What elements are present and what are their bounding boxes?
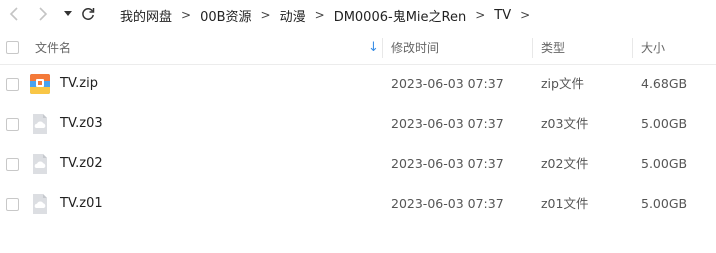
column-divider[interactable] [632, 38, 633, 58]
file-modified: 2023-06-03 07:37 [391, 116, 504, 131]
file-name: TV.z03 [60, 116, 103, 131]
file-size: 5.00GB [641, 116, 688, 131]
breadcrumb: 我的网盘 > 00B资源 > 动漫 > DM0006-鬼Mie之Ren > TV… [120, 0, 539, 30]
file-browser: 我的网盘 > 00B资源 > 动漫 > DM0006-鬼Mie之Ren > TV… [0, 0, 716, 253]
file-size: 4.68GB [641, 76, 688, 91]
file-size: 5.00GB [641, 196, 688, 211]
breadcrumb-item-tv[interactable]: TV [494, 8, 511, 23]
row-checkbox[interactable] [6, 198, 19, 211]
file-row[interactable]: TV.z02 2023-06-03 07:37 z02文件 5.00GB [0, 144, 716, 184]
toolbar: 我的网盘 > 00B资源 > 动漫 > DM0006-鬼Mie之Ren > TV… [0, 0, 716, 30]
sort-down-icon[interactable]: ↓ [368, 32, 379, 64]
generic-file-icon [33, 154, 47, 174]
file-type: z02文件 [541, 156, 589, 171]
file-modified: 2023-06-03 07:37 [391, 156, 504, 171]
file-row[interactable]: TV.z03 2023-06-03 07:37 z03文件 5.00GB [0, 104, 716, 144]
breadcrumb-separator: > [520, 8, 531, 22]
back-button[interactable] [4, 4, 24, 24]
column-divider[interactable] [382, 38, 383, 58]
refresh-button[interactable] [78, 4, 98, 24]
file-type: z01文件 [541, 196, 589, 211]
row-checkbox[interactable] [6, 118, 19, 131]
column-header-modified[interactable]: 修改时间 [391, 32, 439, 64]
chevron-right-icon [39, 7, 48, 21]
breadcrumb-separator: > [181, 8, 192, 22]
select-all-checkbox[interactable] [6, 41, 19, 54]
column-header-name[interactable]: 文件名 [35, 32, 71, 64]
breadcrumb-separator: > [475, 8, 486, 22]
history-dropdown-button[interactable] [58, 4, 78, 24]
file-type: zip文件 [541, 76, 584, 91]
refresh-icon [82, 8, 95, 20]
column-header-size[interactable]: 大小 [641, 32, 665, 64]
caret-down-icon [64, 11, 72, 16]
breadcrumb-separator: > [314, 8, 325, 22]
breadcrumb-item-00b[interactable]: 00B资源 [200, 6, 251, 25]
column-header-type[interactable]: 类型 [541, 32, 565, 64]
file-name: TV.z02 [60, 156, 103, 171]
zip-archive-icon [30, 74, 50, 94]
breadcrumb-item-anime[interactable]: 动漫 [280, 6, 306, 25]
file-list-header: 文件名 ↓ 修改时间 类型 大小 [0, 32, 716, 65]
breadcrumb-separator: > [260, 8, 271, 22]
breadcrumb-item-dm0006[interactable]: DM0006-鬼Mie之Ren [334, 6, 467, 25]
file-name: TV.z01 [60, 196, 103, 211]
row-checkbox[interactable] [6, 78, 19, 91]
row-checkbox[interactable] [6, 158, 19, 171]
file-type: z03文件 [541, 116, 589, 131]
file-modified: 2023-06-03 07:37 [391, 76, 504, 91]
file-name: TV.zip [60, 76, 98, 91]
file-row[interactable]: TV.zip 2023-06-03 07:37 zip文件 4.68GB [0, 64, 716, 104]
forward-button[interactable] [33, 4, 53, 24]
generic-file-icon [33, 114, 47, 134]
breadcrumb-item-my-drive[interactable]: 我的网盘 [120, 6, 172, 25]
generic-file-icon [33, 194, 47, 214]
column-divider[interactable] [532, 38, 533, 58]
chevron-left-icon [9, 7, 18, 21]
file-size: 5.00GB [641, 156, 688, 171]
file-modified: 2023-06-03 07:37 [391, 196, 504, 211]
file-row[interactable]: TV.z01 2023-06-03 07:37 z01文件 5.00GB [0, 184, 716, 224]
